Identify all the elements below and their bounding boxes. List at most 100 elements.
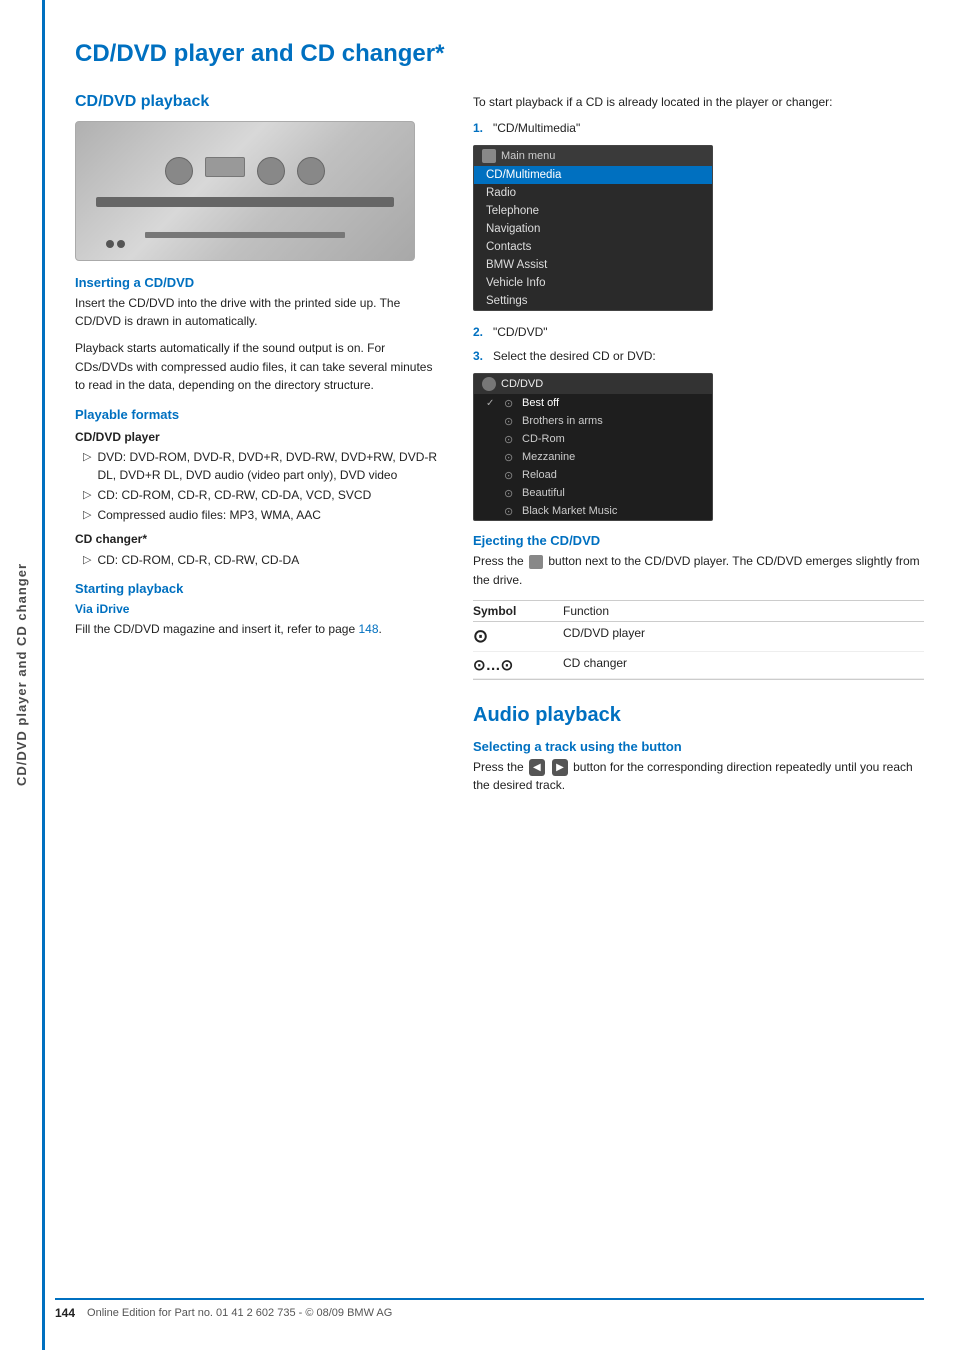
function-cd-dvd-player: CD/DVD player [563,626,924,647]
audio-section: Audio playback Selecting a track using t… [473,704,924,795]
cddvd-item: ⊙ Brothers in arms [474,412,712,430]
disc-icon: ⊙ [504,415,516,428]
cd-formats-text: CD: CD-ROM, CD-R, CD-RW, CD-DA, VCD, SVC… [97,486,371,504]
inserting-text-2: Playback starts automatically if the sou… [75,339,445,395]
via-idrive-text: Fill the CD/DVD magazine and insert it, … [75,620,445,639]
cddvd-item-label: Best off [522,397,559,409]
dvd-formats-text: DVD: DVD-ROM, DVD-R, DVD+R, DVD-RW, DVD+… [97,448,445,484]
cddvd-items-container: ✓ ⊙ Best off ⊙ Brothers in arms ⊙ CD-Rom ⊙ Mezza… [474,394,712,520]
main-menu-screenshot: Main menu CD/MultimediaRadioTelephoneNav… [473,145,713,311]
starting-playback-title: Starting playback [75,581,445,596]
step-3-text: Select the desired CD or DVD: [493,347,656,365]
cddvd-screenshot: CD/DVD ✓ ⊙ Best off ⊙ Brothers in arms ⊙ CD-Ro… [473,373,713,521]
page-title: CD/DVD player and CD changer* [75,40,924,69]
menu-header-icon [482,149,496,163]
inserting-title: Inserting a CD/DVD [75,275,445,290]
menu-item: Settings [474,292,712,310]
right-column: To start playback if a CD is already loc… [473,93,924,803]
step-2: 2. "CD/DVD" [473,323,924,341]
playable-formats-title: Playable formats [75,407,445,422]
cddvd-item-label: Beautiful [522,487,565,499]
cddvd-item-label: Brothers in arms [522,415,603,427]
cd-dvd-playback-title: CD/DVD playback [75,93,445,111]
cd-formats-item: ▷ CD: CD-ROM, CD-R, CD-RW, CD-DA, VCD, S… [83,486,445,504]
menu-header: Main menu [474,146,712,166]
cd-changer-label: CD changer* [75,530,445,549]
compressed-formats-text: Compressed audio files: MP3, WMA, AAC [97,506,320,524]
cddvd-label: CD/DVD [501,378,543,390]
cddvd-item: ⊙ Black Market Music [474,502,712,520]
menu-item: Contacts [474,238,712,256]
step-1-text: "CD/Multimedia" [493,119,580,137]
page-number: 144 [55,1306,75,1320]
ejecting-text: Press the button next to the CD/DVD play… [473,552,924,589]
table-row-2: ⊙…⊙ CD changer [473,652,924,679]
page-footer: 144 Online Edition for Part no. 01 41 2 … [55,1298,924,1320]
next-button: ▶ [552,759,568,777]
menu-header-label: Main menu [501,150,555,162]
page-148-link[interactable]: 148 [358,622,378,636]
step-3: 3. Select the desired CD or DVD: [473,347,924,365]
menu-item: Radio [474,184,712,202]
disc-icon: ⊙ [504,505,516,518]
cd-button-rect [205,157,245,177]
sidebar-text: CD/DVD player and CD changer [14,563,29,786]
cddvd-item-label: Black Market Music [522,505,617,517]
sidebar: CD/DVD player and CD changer [0,0,42,1350]
bullet-arrow-2: ▷ [83,487,91,504]
inserting-text-1: Insert the CD/DVD into the drive with th… [75,294,445,331]
symbol-disc: ⊙ [473,626,563,647]
left-column: CD/DVD playback [75,93,445,803]
ejecting-title: Ejecting the CD/DVD [473,533,924,548]
table-col-symbol: Symbol [473,604,563,618]
cddvd-item-label: CD-Rom [522,433,565,445]
menu-item: Navigation [474,220,712,238]
audio-playback-title: Audio playback [473,704,924,727]
compressed-formats-item: ▷ Compressed audio files: MP3, WMA, AAC [83,506,445,524]
menu-item: BMW Assist [474,256,712,274]
symbol-table: Symbol Function ⊙ CD/DVD player ⊙…⊙ CD c… [473,600,924,680]
via-idrive-title: Via iDrive [75,602,445,616]
menu-items-container: CD/MultimediaRadioTelephoneNavigationCon… [474,166,712,310]
symbol-table-header: Symbol Function [473,601,924,622]
cddvd-item-label: Mezzanine [522,451,575,463]
cd-button-3 [297,157,325,185]
bullet-arrow-4: ▷ [83,552,91,569]
menu-item: Telephone [474,202,712,220]
table-col-function: Function [563,604,924,618]
cddvd-item: ⊙ CD-Rom [474,430,712,448]
cddvd-item-label: Reload [522,469,557,481]
dvd-formats-item: ▷ DVD: DVD-ROM, DVD-R, DVD+R, DVD-RW, DV… [83,448,445,484]
step-1: 1. "CD/Multimedia" [473,119,924,137]
prev-button: ◀ [529,759,545,777]
cddvd-item: ✓ ⊙ Best off [474,394,712,412]
menu-item: CD/Multimedia [474,166,712,184]
sidebar-border [42,0,45,1350]
playback-intro-text: To start playback if a CD is already loc… [473,93,924,112]
cddvd-item: ⊙ Beautiful [474,484,712,502]
disc-icon: ⊙ [504,451,516,464]
symbol-cd-changer: ⊙…⊙ [473,656,563,674]
function-cd-changer: CD changer [563,656,924,674]
cd-button-1 [165,157,193,185]
cddvd-item: ⊙Reload [474,466,712,484]
bullet-arrow-1: ▷ [83,449,91,484]
disc-icon: ⊙ [504,487,516,500]
check-icon: ✓ [486,398,498,409]
cd-drive-image [75,121,415,261]
bullet-arrow-3: ▷ [83,507,91,524]
cd-button-2 [257,157,285,185]
cd-changer-item: ▷ CD: CD-ROM, CD-R, CD-RW, CD-DA [83,551,445,569]
cd-changer-formats-text: CD: CD-ROM, CD-R, CD-RW, CD-DA [97,551,299,569]
via-idrive-text-span: Fill the CD/DVD magazine and insert it, … [75,622,358,636]
footer-copyright: Online Edition for Part no. 01 41 2 602 … [87,1307,392,1319]
menu-item: Vehicle Info [474,274,712,292]
disc-icon: ⊙ [504,433,516,446]
cddvd-header-icon [482,377,496,391]
step-2-text: "CD/DVD" [493,323,548,341]
table-row-1: ⊙ CD/DVD player [473,622,924,652]
selecting-track-text: Press the ◀ ▶ button for the correspondi… [473,758,924,795]
disc-icon: ⊙ [504,397,516,410]
cddvd-header: CD/DVD [474,374,712,394]
cd-dvd-player-label: CD/DVD player [75,428,445,447]
